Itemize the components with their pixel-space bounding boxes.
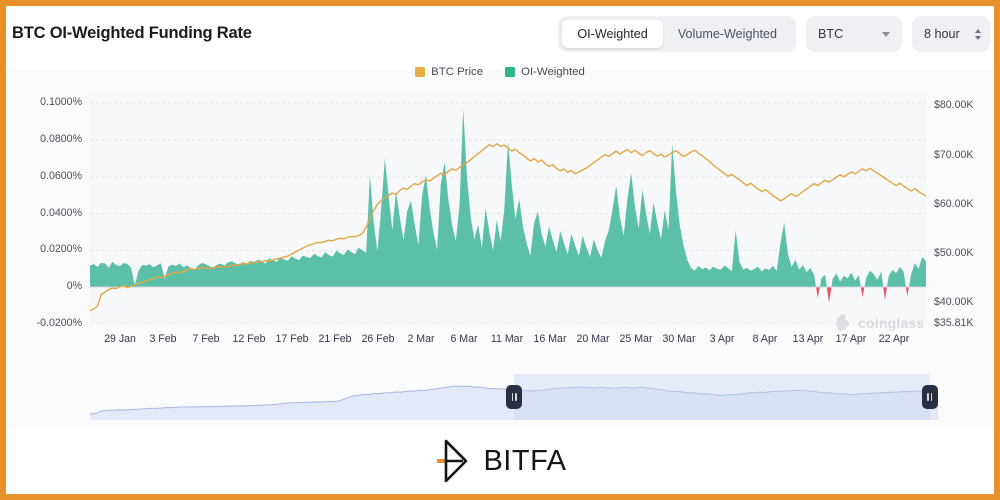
x-axis-tick: 26 Feb: [361, 333, 395, 345]
y-axis-right-tick: $35.81K: [934, 317, 974, 329]
legend-label-oi-weighted: OI-Weighted: [521, 66, 585, 78]
y-axis-left-tick: 0.1000%: [40, 96, 82, 109]
y-axis-right-tick: $60.00K: [934, 197, 974, 210]
footer-brand: BITFA: [6, 428, 994, 494]
page-frame: BTC OI-Weighted Funding Rate OI-Weighted…: [0, 0, 1000, 500]
x-axis-tick: 21 Feb: [318, 333, 352, 345]
range-navigator[interactable]: [90, 374, 938, 420]
asset-select[interactable]: BTC: [806, 16, 902, 52]
y-axis-right-tick: $40.00K: [934, 296, 974, 309]
weighting-toggle-group[interactable]: OI-Weighted Volume-Weighted: [558, 16, 796, 52]
y-axis-left-tick: 0.0200%: [40, 243, 82, 256]
x-axis-tick: 8 Apr: [752, 333, 778, 345]
x-axis-tick: 2 Mar: [407, 333, 435, 345]
y-axis-left-tick: 0.0600%: [40, 169, 82, 182]
x-axis-tick: 16 Mar: [533, 333, 567, 345]
x-axis-tick: 30 Mar: [662, 333, 696, 345]
x-axis-tick: 17 Apr: [835, 333, 867, 345]
legend-label-btc-price: BTC Price: [431, 66, 484, 78]
x-axis-tick: 7 Feb: [192, 333, 220, 345]
legend-swatch-oi-weighted: [505, 67, 516, 77]
x-axis-tick: 11 Mar: [490, 333, 524, 345]
page-title: BTC OI-Weighted Funding Rate: [12, 24, 252, 42]
stepper-icon[interactable]: [975, 28, 981, 40]
bitfa-logo-icon: [437, 439, 468, 483]
x-axis-tick: 29 Jan: [104, 333, 136, 345]
page-body: BTC OI-Weighted Funding Rate OI-Weighted…: [6, 6, 994, 494]
y-axis-right-tick: $70.00K: [934, 148, 974, 161]
y-axis-left-tick: -0.0200%: [36, 317, 82, 329]
chart-legend: BTC Price OI-Weighted: [6, 66, 994, 78]
chart-canvas: [90, 102, 926, 324]
interval-select-label: 8 hour: [924, 27, 960, 41]
asset-select-label: BTC: [818, 27, 844, 41]
brand-name: BITFA: [483, 444, 567, 477]
x-axis-tick: 6 Mar: [450, 333, 478, 345]
y-axis-right-tick: $50.00K: [934, 247, 974, 260]
x-axis-tick: 22 Apr: [878, 333, 910, 345]
x-axis-tick: 12 Feb: [232, 333, 266, 345]
tab-oi-weighted[interactable]: OI-Weighted: [562, 20, 663, 48]
y-axis-left-tick: 0.0400%: [40, 206, 82, 219]
legend-item-btc-price[interactable]: BTC Price: [415, 66, 483, 78]
y-axis-right-tick: $80.00K: [934, 99, 974, 112]
navigator-handle-left[interactable]: [506, 385, 522, 409]
y-axis-left-tick: 0.0800%: [40, 133, 82, 145]
y-axis-left-tick: 0%: [66, 280, 82, 293]
interval-select[interactable]: 8 hour: [912, 16, 990, 52]
tab-volume-weighted[interactable]: Volume-Weighted: [663, 20, 792, 48]
chart-controls: OI-Weighted Volume-Weighted BTC 8 hour: [558, 16, 990, 52]
x-axis-tick: 13 Apr: [792, 333, 824, 345]
x-axis-tick: 20 Mar: [576, 333, 610, 345]
x-axis-tick: 17 Feb: [275, 333, 309, 345]
x-axis-tick: 3 Feb: [149, 333, 177, 345]
navigator-handle-right[interactable]: [921, 385, 938, 409]
legend-item-oi-weighted[interactable]: OI-Weighted: [505, 66, 585, 78]
chevron-down-icon: [882, 31, 890, 37]
chart-plot-area[interactable]: [90, 94, 926, 324]
x-axis-tick: 3 Apr: [709, 333, 735, 345]
x-axis-tick: 25 Mar: [619, 333, 653, 345]
legend-swatch-btc-price: [415, 67, 426, 77]
